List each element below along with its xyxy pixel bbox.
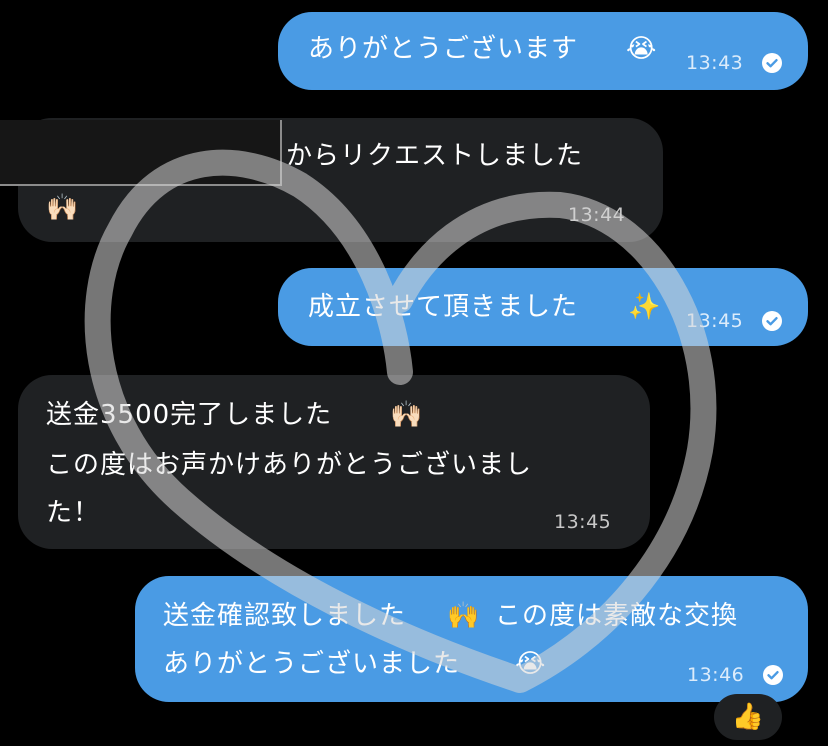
message-text-line-1a: 送金確認致しました xyxy=(163,601,407,631)
message-text-line-2: ありがとうございました xyxy=(163,649,461,679)
message-text: からリクエストしました xyxy=(286,141,584,171)
message-text-line-1b: この度は素敵な交換 xyxy=(495,601,739,631)
message-text-line-2: この度はお声かけありがとうございまし xyxy=(46,450,533,480)
raising-hands-emoji: 🙌🏻 xyxy=(390,400,424,430)
message-text-line-1: 送金3500完了しました xyxy=(46,400,333,430)
message-text-line-3: た！ xyxy=(46,498,101,528)
redacted-username xyxy=(0,120,282,186)
chat-thread: ありがとうございます 😭 13:43 からリクエストしました 🙌🏻 13:44 … xyxy=(0,0,828,746)
thumbs-up-emoji: 👍 xyxy=(731,702,765,732)
loudly-crying-emoji: 😭 xyxy=(626,34,658,64)
timestamp: 13:46 xyxy=(687,664,745,686)
read-check-icon xyxy=(762,311,782,331)
message-text: 成立させて頂きました xyxy=(308,292,579,322)
thumbs-up-reaction[interactable]: 👍 xyxy=(714,694,782,740)
loudly-crying-emoji: 😭 xyxy=(515,649,547,679)
timestamp: 13:44 xyxy=(568,204,626,226)
outgoing-message-1[interactable]: ありがとうございます 😭 13:43 xyxy=(278,12,808,90)
sparkles-emoji: ✨ xyxy=(628,292,662,322)
timestamp: 13:45 xyxy=(554,511,612,533)
read-check-icon xyxy=(763,665,783,685)
read-check-icon xyxy=(762,53,782,73)
outgoing-message-3[interactable]: 送金確認致しました 🙌 この度は素敵な交換 ありがとうございました 😭 13:4… xyxy=(135,576,808,702)
raising-hands-emoji: 🙌🏻 xyxy=(46,193,80,223)
timestamp: 13:43 xyxy=(686,52,744,74)
incoming-message-2[interactable]: 送金3500完了しました 🙌🏻 この度はお声かけありがとうございまし た！ 13… xyxy=(18,375,650,549)
timestamp: 13:45 xyxy=(686,310,744,332)
outgoing-message-2[interactable]: 成立させて頂きました ✨ 13:45 xyxy=(278,268,808,346)
raising-hands-emoji: 🙌 xyxy=(447,601,481,631)
message-text: ありがとうございます xyxy=(308,34,579,64)
